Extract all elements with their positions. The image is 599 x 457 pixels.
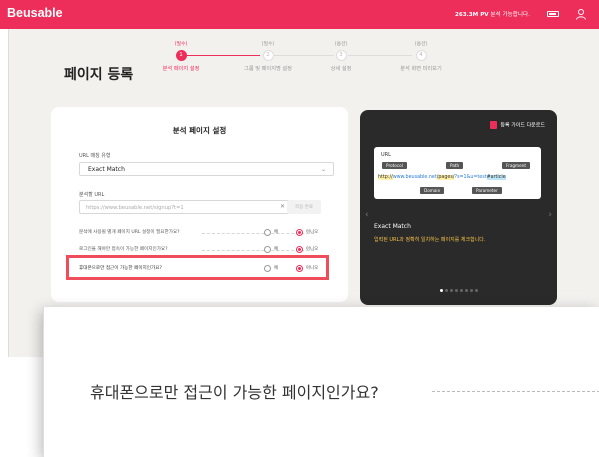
radio-no-label: 아니오 — [306, 247, 319, 252]
step-number: 3 — [335, 50, 347, 61]
step-4[interactable]: (옵션) 4 분석 화면 미리보기 — [381, 40, 461, 72]
carousel-dots — [360, 277, 557, 296]
radio-no-label: 아니오 — [306, 230, 319, 235]
apply-button[interactable]: 적용 완료 — [287, 200, 321, 214]
step-label: 분석 페이지 설정 — [162, 66, 200, 72]
carousel-dot[interactable] — [474, 289, 478, 292]
battery-icon — [547, 11, 559, 17]
tag-fragment: Fragment — [502, 162, 531, 169]
url-fragment: #article — [486, 175, 506, 180]
step-number: 1 — [175, 50, 187, 61]
analysis-url-label: 분석할 URL — [79, 192, 105, 198]
url-match-label: URL 매칭 유형 — [79, 153, 111, 159]
step-tag: (필수) — [261, 42, 275, 47]
url-domain: www.beusable.net — [392, 175, 437, 180]
guide-download-link[interactable]: 등록 가이드 다운로드 — [490, 121, 545, 129]
carousel-dot[interactable] — [464, 289, 468, 292]
radio-yes[interactable] — [264, 265, 271, 272]
highlighted-question: 휴대폰으로만 접근이 가능한 페이지인가요? 예 아니오 — [66, 255, 329, 280]
prev-arrow-icon[interactable]: ‹ — [365, 210, 369, 220]
step-2[interactable]: (필수) 2 그룹 및 페이지명 설정 — [228, 40, 308, 72]
top-bar: Beusable 263.3M PV 분석 가능합니다. — [0, 0, 599, 29]
url-diagram: URL Protocol Path Fragment http://www.be… — [374, 147, 541, 199]
url-param: ?s=1&u=test — [454, 175, 487, 180]
radio-no[interactable] — [296, 265, 303, 272]
url-match-select[interactable]: Exact Match ⌄ — [79, 162, 334, 176]
tag-parameter: Parameter — [472, 187, 502, 194]
guide-subtitle: Exact Match — [374, 223, 411, 230]
carousel-dot[interactable] — [439, 289, 443, 292]
step-tag: (옵션) — [414, 42, 428, 47]
step-tag: (옵션) — [334, 42, 348, 47]
url-path: /pages/ — [436, 175, 455, 180]
pv-suffix: 분석 가능합니다. — [490, 12, 530, 18]
settings-title: 분석 페이지 설정 — [172, 126, 227, 135]
step-tag: (필수) — [174, 42, 188, 47]
guide-panel: 등록 가이드 다운로드 URL Protocol Path Fragment h… — [360, 110, 557, 305]
step-label: 그룹 및 페이지명 설정 — [244, 66, 292, 72]
radio-no-label: 아니오 — [306, 266, 319, 271]
guide-download-label: 등록 가이드 다운로드 — [500, 122, 545, 129]
analysis-url-input[interactable] — [86, 203, 276, 212]
pdf-icon — [490, 121, 498, 129]
zoom-divider — [432, 391, 599, 392]
url-protocol: http:// — [378, 175, 393, 180]
question-text: 분석에 사용될 별개 페이지 URL 설정이 필요한가요? — [79, 230, 180, 235]
carousel-dot[interactable] — [459, 289, 463, 292]
tag-protocol: Protocol — [382, 162, 407, 169]
step-label: 분석 화면 미리보기 — [400, 66, 442, 72]
radio-yes-label: 예 — [274, 247, 279, 252]
zoom-question-text: 휴대폰으로만 접근이 가능한 페이지인가요? — [90, 383, 379, 402]
step-number: 4 — [415, 50, 427, 61]
carousel-dot[interactable] — [454, 289, 458, 292]
analysis-url-field[interactable]: ✕ — [79, 200, 291, 214]
pv-status: 263.3M PV 분석 가능합니다. — [455, 10, 530, 18]
question-text: 휴대폰으로만 접근이 가능한 페이지인가요? — [79, 266, 162, 271]
step-1[interactable]: (필수) 1 분석 페이지 설정 — [141, 40, 221, 72]
url-title: URL — [381, 152, 391, 158]
url-example: http://www.beusable.net/pages/?s=1&u=tes… — [378, 175, 506, 180]
clear-icon[interactable]: ✕ — [280, 203, 285, 210]
zoom-callout: 휴대폰으로만 접근이 가능한 페이지인가요? — [43, 307, 599, 457]
logo[interactable]: Beusable — [7, 6, 63, 20]
pv-amount: 263.3M PV — [454, 12, 489, 18]
step-number: 2 — [262, 50, 274, 61]
carousel-dot[interactable] — [449, 289, 453, 292]
question-text: 로그인을 해야만 접속이 가능한 페이지인가요? — [79, 247, 168, 252]
url-match-value: Exact Match — [88, 166, 125, 173]
guide-description: 입력된 URL과 정확히 일치하는 페이지를 체크합니다. — [374, 237, 486, 243]
tag-path: Path — [446, 162, 464, 169]
radio-yes-label: 예 — [274, 266, 279, 271]
step-label: 상세 설정 — [330, 66, 352, 72]
page-title: 페이지 등록 — [64, 67, 134, 83]
user-icon[interactable] — [575, 8, 587, 20]
radio-yes-label: 예 — [274, 230, 279, 235]
radio-yes[interactable] — [264, 246, 271, 253]
tag-domain: Domain — [420, 187, 445, 194]
carousel-dot[interactable] — [444, 289, 448, 292]
chevron-down-icon: ⌄ — [320, 166, 326, 173]
question-row: 분석에 사용될 별개 페이지 URL 설정이 필요한가요? 예 아니오 — [79, 229, 334, 239]
step-3[interactable]: (옵션) 3 상세 설정 — [301, 40, 381, 72]
radio-no[interactable] — [296, 246, 303, 253]
carousel-dot[interactable] — [469, 289, 473, 292]
next-arrow-icon[interactable]: › — [548, 210, 552, 220]
radio-no[interactable] — [296, 229, 303, 236]
radio-yes[interactable] — [264, 229, 271, 236]
